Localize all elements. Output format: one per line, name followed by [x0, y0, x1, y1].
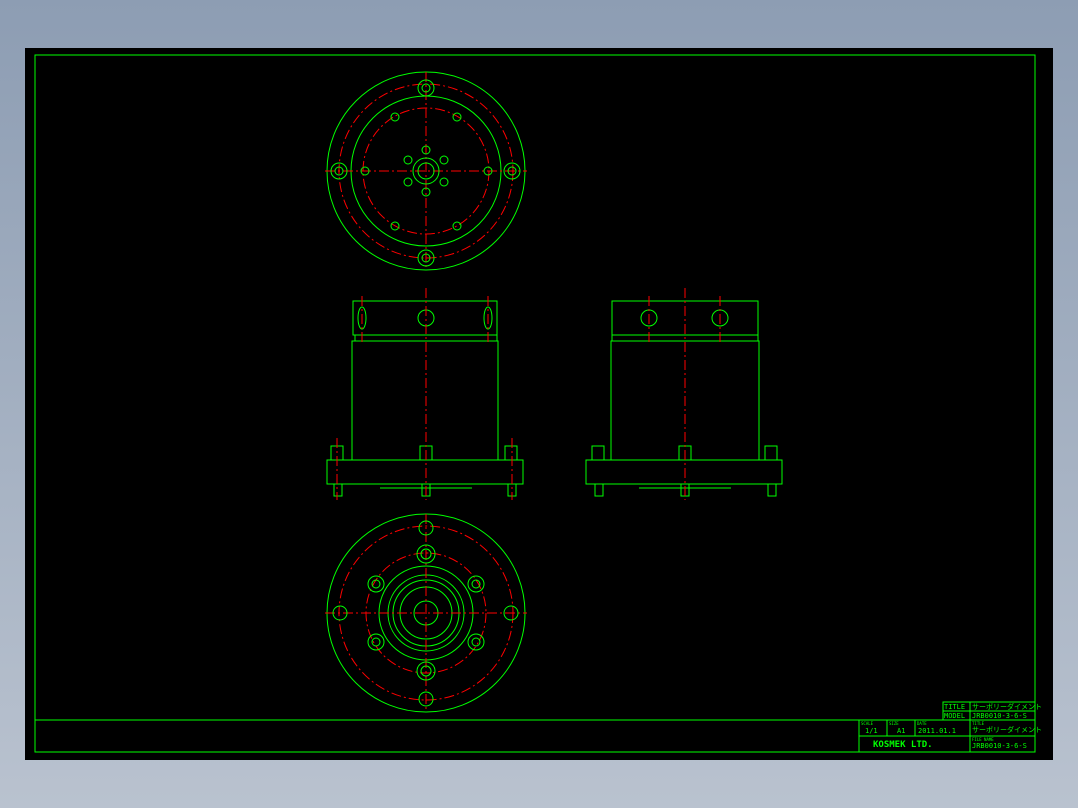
company-name: KOSMEK LTD.	[873, 740, 933, 750]
front-view	[326, 288, 524, 500]
date-label: DATE	[917, 721, 927, 726]
cad-drawing	[34, 54, 1036, 753]
model-value: JRB0010-3-6-S	[972, 712, 1027, 720]
size-value: A1	[897, 727, 906, 735]
filename-value: JRB0010-3-6-S	[972, 742, 1027, 750]
scale-value: 1/1	[865, 727, 878, 735]
drawing-border	[34, 54, 1036, 753]
side-view	[585, 288, 783, 500]
model-label: MODEL	[944, 712, 966, 720]
title2-value: サーボリーダイメント	[972, 726, 1042, 734]
drawing-sheet: TITLE サーボリーダイメント MODEL JRB0010-3-6-S SCA…	[25, 48, 1053, 760]
size-label: SIZE	[889, 721, 899, 726]
title-value: サーボリーダイメント	[972, 703, 1042, 711]
title-label: TITLE	[944, 703, 966, 711]
scale-label: SCALE	[861, 721, 874, 726]
top-view	[325, 71, 527, 271]
bottom-view	[325, 513, 527, 713]
date-value: 2011.01.1	[918, 727, 956, 735]
